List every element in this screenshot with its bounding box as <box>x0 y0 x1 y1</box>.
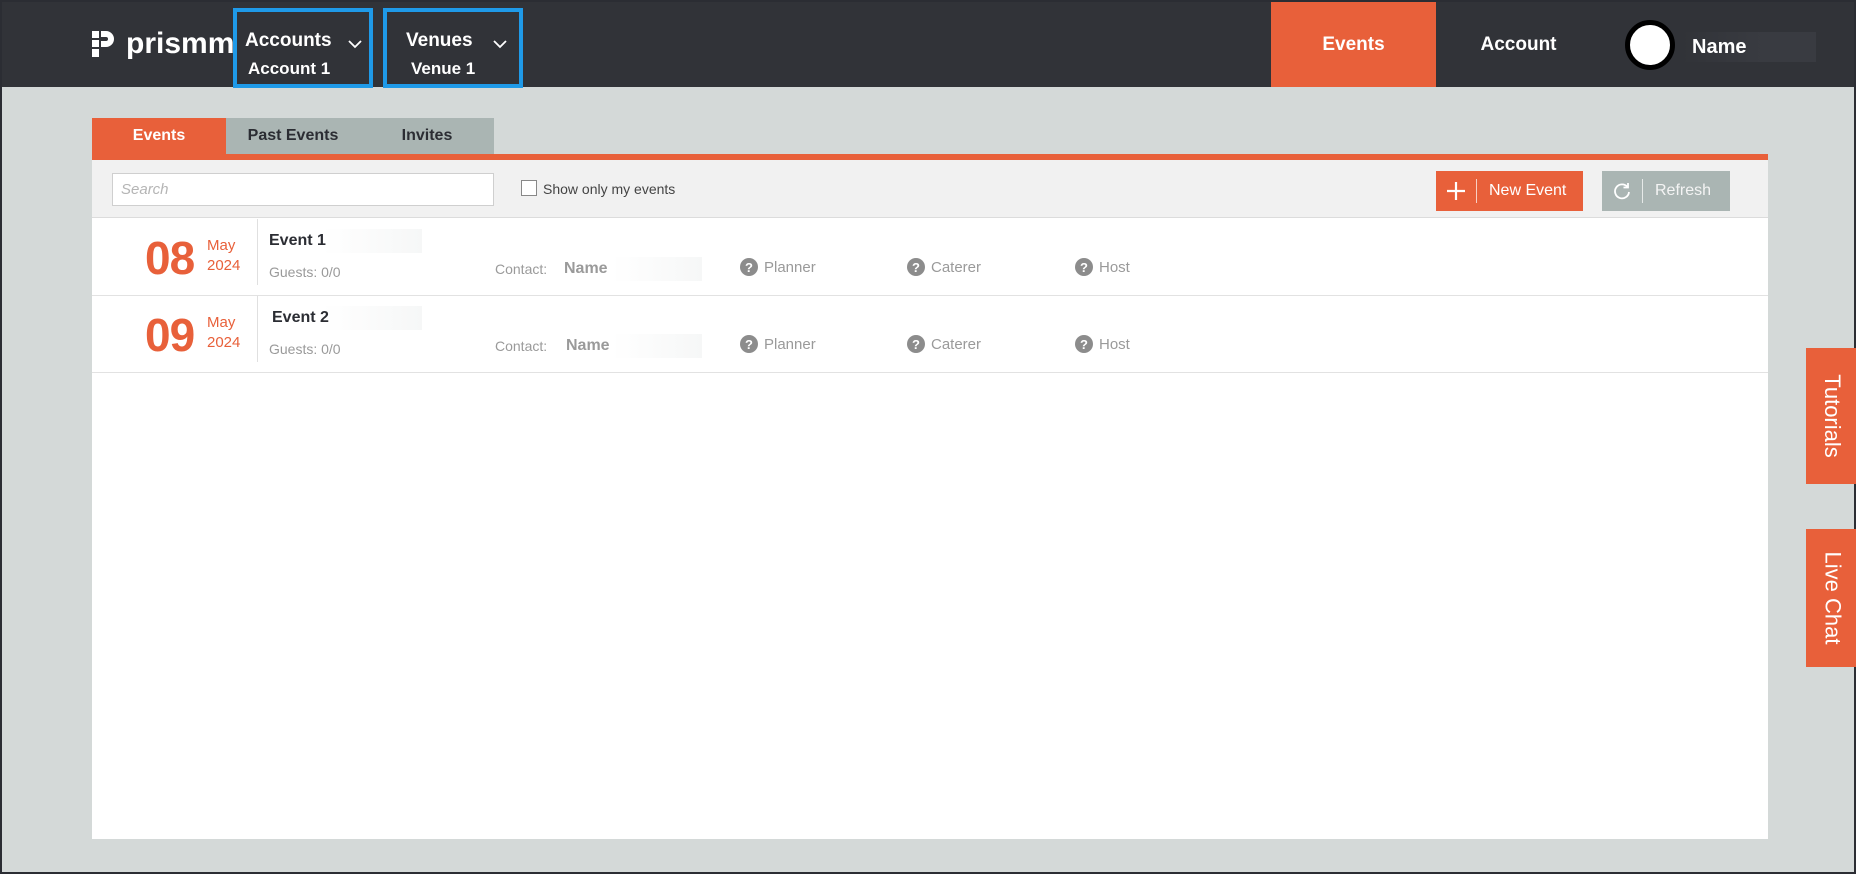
avatar[interactable] <box>1625 20 1675 70</box>
prismm-logo-icon <box>92 31 114 57</box>
prismm-logo[interactable]: prismm <box>92 27 234 61</box>
user-name[interactable]: Name <box>1682 32 1816 62</box>
refresh-button[interactable]: Refresh <box>1602 171 1730 211</box>
events-panel: Show only my events New Event Refresh 08… <box>92 154 1768 839</box>
redaction-fade <box>612 334 702 358</box>
question-icon: ? <box>740 258 758 276</box>
venues-selected-value: Venue 1 <box>411 59 476 78</box>
events-toolbar: Show only my events New Event Refresh <box>92 160 1768 218</box>
host-role[interactable]: ? Host <box>1075 258 1130 276</box>
row-divider <box>257 296 258 362</box>
button-divider <box>1642 179 1643 203</box>
host-role[interactable]: ? Host <box>1075 335 1130 353</box>
accounts-dropdown-title: Accounts <box>245 30 332 51</box>
contact-name: Name <box>566 337 610 354</box>
question-icon: ? <box>1075 258 1093 276</box>
new-event-label: New Event <box>1489 182 1567 199</box>
show-only-my-events-label[interactable]: Show only my events <box>543 181 675 197</box>
redaction-fade <box>322 306 422 330</box>
event-name[interactable]: Event 2 <box>272 309 329 327</box>
caterer-label: Caterer <box>931 335 982 353</box>
nav-tab-events[interactable]: Events <box>1271 2 1436 87</box>
planner-role[interactable]: ? Planner <box>740 335 816 353</box>
tab-past-events[interactable]: Past Events <box>226 118 360 154</box>
row-divider <box>257 219 258 285</box>
host-label: Host <box>1099 335 1130 353</box>
question-icon: ? <box>907 335 925 353</box>
question-icon: ? <box>1075 335 1093 353</box>
event-day: 09 <box>145 309 195 361</box>
caterer-role[interactable]: ? Caterer <box>907 258 981 276</box>
question-icon: ? <box>907 258 925 276</box>
event-name[interactable]: Event 1 <box>269 232 326 250</box>
chevron-down-icon <box>348 40 362 49</box>
redaction-fade <box>322 229 422 253</box>
caterer-role[interactable]: ? Caterer <box>907 335 981 353</box>
chevron-down-icon <box>493 40 507 49</box>
nav-tab-account[interactable]: Account <box>1436 2 1601 87</box>
contact-label: Contact: <box>495 338 548 354</box>
search-input[interactable] <box>112 173 494 206</box>
event-guests: Guests: 0/0 <box>269 264 341 280</box>
planner-label: Planner <box>764 258 816 276</box>
event-month: May <box>207 237 236 254</box>
live-chat-label: Live Chat <box>1820 551 1846 645</box>
question-icon: ? <box>740 335 758 353</box>
event-tabs: Events Past Events Invites <box>92 118 494 154</box>
planner-role[interactable]: ? Planner <box>740 258 816 276</box>
event-day: 08 <box>145 232 195 284</box>
venues-dropdown-title: Venues <box>406 30 473 51</box>
button-divider <box>1476 179 1477 203</box>
event-month: May <box>207 314 236 331</box>
venues-dropdown[interactable]: Venues Venue 1 <box>383 8 523 88</box>
caterer-label: Caterer <box>931 258 982 276</box>
tutorials-side-tab[interactable]: Tutorials <box>1806 348 1856 484</box>
refresh-icon <box>1602 171 1642 211</box>
new-event-button[interactable]: New Event <box>1436 171 1583 211</box>
accounts-dropdown[interactable]: Accounts Account 1 <box>233 8 373 88</box>
event-guests: Guests: 0/0 <box>269 341 341 357</box>
contact-label: Contact: <box>495 261 548 277</box>
event-row[interactable]: 08 May 2024 Event 1 Guests: 0/0 Contact:… <box>92 219 1768 296</box>
event-year: 2024 <box>207 334 241 351</box>
event-row[interactable]: 09 May 2024 Event 2 Guests: 0/0 Contact:… <box>92 296 1768 373</box>
tab-invites[interactable]: Invites <box>360 118 494 154</box>
accounts-selected-value: Account 1 <box>248 59 331 78</box>
live-chat-side-tab[interactable]: Live Chat <box>1806 529 1856 667</box>
tutorials-label: Tutorials <box>1820 374 1846 458</box>
planner-label: Planner <box>764 335 816 353</box>
top-navigation-bar: prismm Accounts Account 1 Venues Venue 1… <box>2 2 1854 88</box>
tab-events[interactable]: Events <box>92 118 226 154</box>
show-only-my-events-checkbox[interactable] <box>521 180 537 196</box>
brand-name: prismm <box>126 27 235 60</box>
contact-name: Name <box>564 260 608 277</box>
event-year: 2024 <box>207 257 241 274</box>
plus-icon <box>1436 171 1476 211</box>
redaction-fade <box>612 257 702 281</box>
refresh-label: Refresh <box>1655 182 1712 199</box>
host-label: Host <box>1099 258 1130 276</box>
